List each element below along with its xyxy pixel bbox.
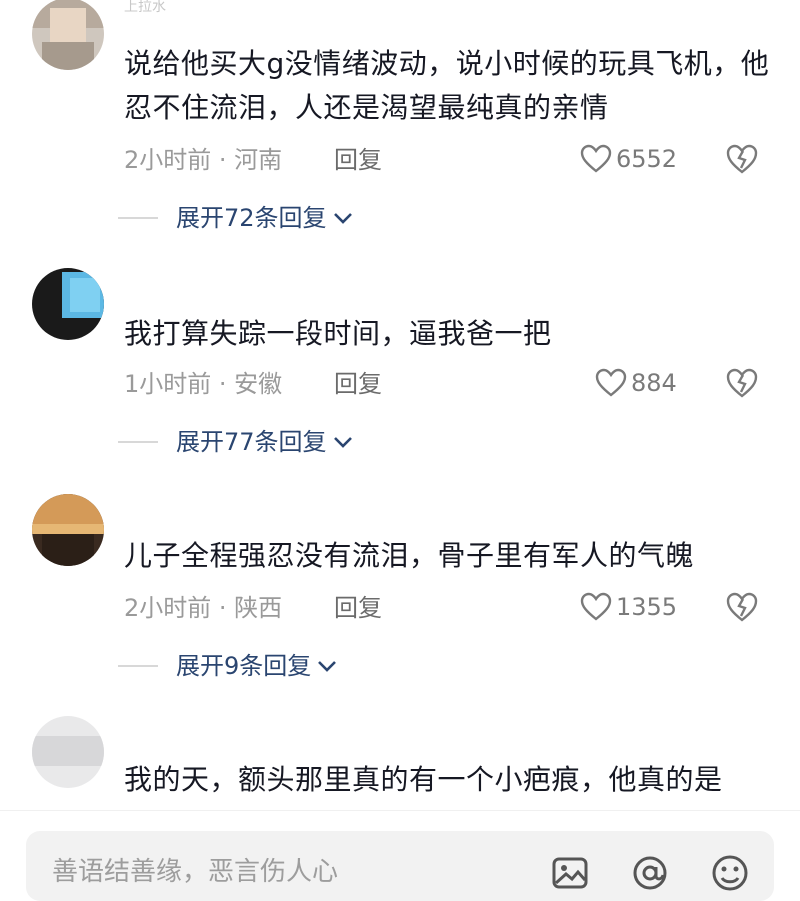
reply-button[interactable]: 回复 — [334, 594, 382, 622]
divider-line — [118, 217, 158, 219]
dislike-button[interactable] — [725, 591, 759, 623]
like-button[interactable]: 884 — [595, 368, 677, 398]
expand-label: 展开9条回复 — [176, 652, 312, 680]
comment-meta: 1小时前 · 安徽 回复 — [124, 370, 382, 398]
expand-replies-button[interactable]: 展开9条回复 — [118, 652, 337, 680]
reply-button[interactable]: 回复 — [334, 146, 382, 174]
avatar[interactable] — [32, 0, 104, 70]
comment-text: 我打算失踪一段时间，逼我爸一把 — [124, 317, 552, 350]
comment-input[interactable]: 善语结善缘，恶言伤人心 — [26, 831, 774, 901]
heart-icon — [595, 368, 627, 397]
username[interactable]: 上拉水 — [124, 0, 204, 14]
expand-replies-button[interactable]: 展开77条回复 — [118, 428, 353, 456]
reply-button[interactable]: 回复 — [334, 370, 382, 398]
like-button[interactable]: 1355 — [580, 592, 677, 622]
divider-line — [118, 665, 158, 667]
username[interactable] — [124, 290, 204, 304]
chevron-down-icon — [318, 661, 337, 672]
heart-icon — [580, 592, 612, 621]
like-count: 1355 — [616, 593, 678, 621]
comment-text: 我的天，额头那里真的有一个小疤痕，他真的是 — [124, 763, 723, 796]
comment-text: 说给他买大g没情绪波动，说小时候的玩具飞机，他忍不住流泪，人还是渴望最纯真的亲情 — [124, 47, 770, 124]
comment-input-bar: 善语结善缘，恶言伤人心 — [0, 810, 800, 901]
avatar[interactable] — [32, 716, 104, 788]
comment-meta: 2小时前 · 陕西 回复 — [124, 594, 382, 622]
avatar[interactable] — [32, 494, 104, 566]
broken-heart-icon — [726, 592, 758, 622]
expand-replies-button[interactable]: 展开72条回复 — [118, 204, 353, 232]
broken-heart-icon — [726, 368, 758, 398]
avatar[interactable] — [32, 268, 104, 340]
time-location: 1小时前 · 安徽 — [124, 370, 283, 398]
like-count: 6552 — [616, 145, 678, 173]
emoji-icon[interactable] — [710, 853, 750, 893]
username[interactable] — [124, 512, 204, 526]
expand-label: 展开77条回复 — [176, 428, 327, 456]
time-location: 2小时前 · 河南 — [124, 146, 283, 174]
like-button[interactable]: 6552 — [580, 144, 677, 174]
dislike-button[interactable] — [725, 143, 759, 175]
heart-icon — [580, 144, 612, 173]
expand-label: 展开72条回复 — [176, 204, 327, 232]
broken-heart-icon — [726, 144, 758, 174]
chevron-down-icon — [333, 437, 352, 448]
time-location: 2小时前 · 陕西 — [124, 594, 283, 622]
username[interactable] — [124, 730, 204, 744]
divider-line — [118, 441, 158, 443]
comment-text: 儿子全程强忍没有流泪，骨子里有军人的气魄 — [124, 539, 695, 572]
at-icon[interactable] — [630, 853, 670, 893]
comment-meta: 2小时前 · 河南 回复 — [124, 146, 382, 174]
image-icon[interactable] — [550, 853, 590, 893]
chevron-down-icon — [333, 213, 352, 224]
like-count: 884 — [631, 369, 677, 397]
input-placeholder: 善语结善缘，恶言伤人心 — [52, 857, 339, 887]
dislike-button[interactable] — [725, 367, 759, 399]
